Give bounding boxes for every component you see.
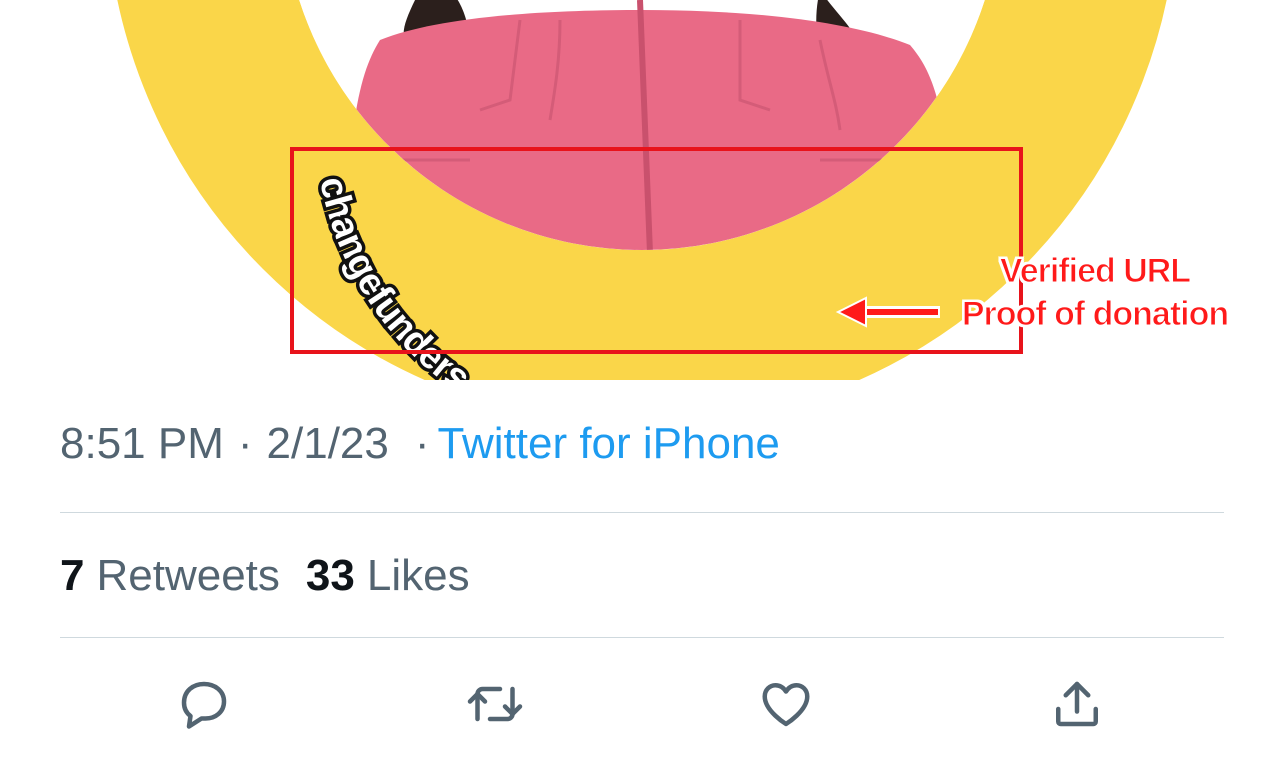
tweet-stats: 7 Retweets 33 Likes: [60, 548, 470, 604]
reply-button[interactable]: [168, 668, 240, 740]
likes-stat[interactable]: 33 Likes: [306, 551, 470, 601]
likes-label: Likes: [366, 551, 470, 600]
like-icon: [762, 683, 810, 727]
annotation-line-2: Proof of donation: [961, 295, 1229, 334]
meta-separator: ·: [237, 419, 253, 468]
tweet-source-link[interactable]: Twitter for iPhone: [438, 419, 780, 469]
retweet-button[interactable]: [459, 668, 531, 740]
share-button[interactable]: [1041, 668, 1113, 740]
meta-separator: ·: [414, 419, 430, 468]
annotation-line-1: Verified URL: [999, 252, 1191, 291]
retweet-icon: [467, 686, 523, 722]
retweets-stat[interactable]: 7 Retweets: [60, 551, 280, 601]
tweet-time[interactable]: 8:51 PM: [60, 419, 224, 469]
tweet-action-bar: [0, 668, 1284, 740]
retweets-label: Retweets: [96, 551, 280, 600]
tweet-date[interactable]: 2/1/23: [267, 419, 389, 469]
retweets-count: 7: [60, 551, 85, 600]
divider: [60, 637, 1224, 638]
tweet-meta: 8:51 PM · 2/1/23 · Twitter for iPhone: [60, 416, 780, 472]
likes-count: 33: [305, 551, 355, 600]
reply-icon: [181, 681, 227, 729]
annotation-label: Verified URL Proof of donation: [930, 250, 1260, 336]
like-button[interactable]: [750, 668, 822, 740]
divider: [60, 512, 1224, 513]
share-icon: [1056, 681, 1098, 727]
